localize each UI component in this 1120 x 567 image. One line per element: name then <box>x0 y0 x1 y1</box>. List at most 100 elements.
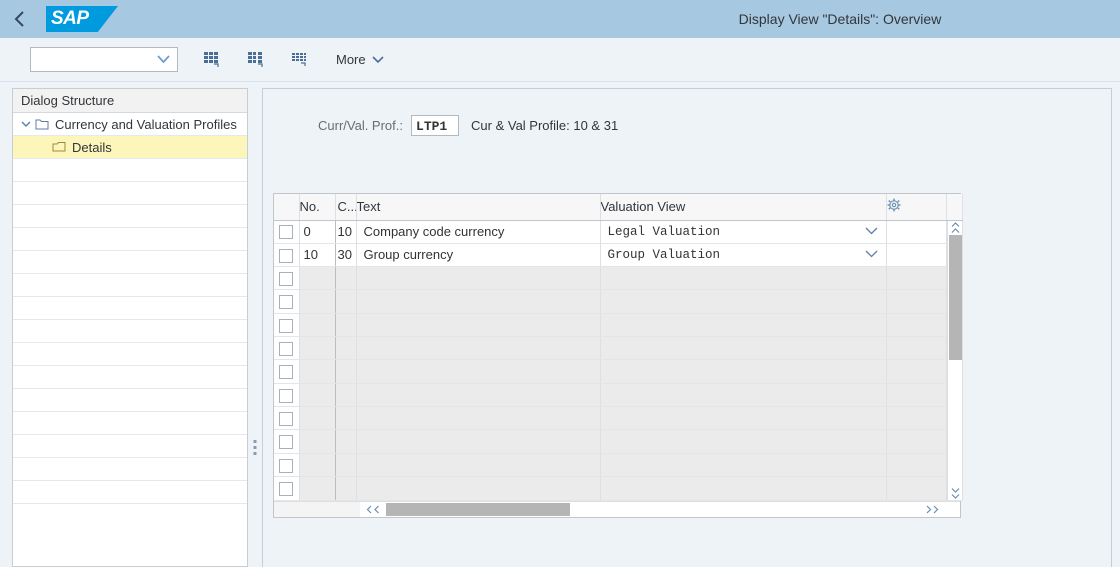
more-menu-button[interactable]: More <box>336 52 384 67</box>
table-row-empty[interactable] <box>274 383 962 406</box>
row-checkbox-cell[interactable] <box>274 453 299 476</box>
row-checkbox-cell[interactable] <box>274 313 299 336</box>
row-checkbox[interactable] <box>279 272 293 286</box>
cell-no[interactable] <box>299 383 335 406</box>
row-checkbox[interactable] <box>279 435 293 449</box>
horizontal-scrollbar[interactable] <box>274 501 960 517</box>
cell-no[interactable] <box>299 337 335 360</box>
cell-text[interactable]: Group currency <box>356 243 600 266</box>
cell-no[interactable] <box>299 477 335 500</box>
cell-text[interactable] <box>356 383 600 406</box>
table-layout-icon[interactable] <box>200 49 222 71</box>
table-row-empty[interactable] <box>274 313 962 336</box>
cell-valuation-view[interactable] <box>600 360 886 383</box>
row-checkbox[interactable] <box>279 482 293 496</box>
table-columns-icon[interactable] <box>244 49 266 71</box>
chevron-down-icon[interactable] <box>865 225 878 239</box>
row-checkbox-cell[interactable] <box>274 337 299 360</box>
row-checkbox[interactable] <box>279 225 293 239</box>
cell-text[interactable] <box>356 313 600 336</box>
select-all-header[interactable] <box>274 194 299 220</box>
cell-code[interactable] <box>335 360 356 383</box>
table-settings-button[interactable] <box>886 194 946 220</box>
row-checkbox[interactable] <box>279 389 293 403</box>
panel-splitter[interactable] <box>248 88 262 567</box>
cell-code[interactable] <box>335 477 356 500</box>
row-checkbox[interactable] <box>279 365 293 379</box>
cell-valuation-view[interactable] <box>600 407 886 430</box>
cell-code[interactable] <box>335 430 356 453</box>
table-row-empty[interactable] <box>274 267 962 290</box>
row-checkbox-cell[interactable] <box>274 220 299 243</box>
cell-code[interactable]: 10 <box>335 220 356 243</box>
row-checkbox-cell[interactable] <box>274 360 299 383</box>
table-row-empty[interactable] <box>274 407 962 430</box>
scroll-right-button[interactable] <box>919 505 945 514</box>
sidebar-item-details[interactable]: Details <box>13 136 247 159</box>
cell-no[interactable] <box>299 313 335 336</box>
cell-text[interactable] <box>356 290 600 313</box>
cell-text[interactable] <box>356 407 600 430</box>
view-select[interactable] <box>30 47 178 72</box>
cell-code[interactable] <box>335 383 356 406</box>
table-row-empty[interactable] <box>274 453 962 476</box>
column-header-no[interactable]: No. <box>299 194 335 220</box>
cell-valuation-view[interactable] <box>600 313 886 336</box>
row-checkbox[interactable] <box>279 412 293 426</box>
cell-text[interactable] <box>356 477 600 500</box>
cell-text[interactable] <box>356 360 600 383</box>
table-row-empty[interactable] <box>274 360 962 383</box>
row-checkbox-cell[interactable] <box>274 290 299 313</box>
table-row[interactable]: 0 10 Company code currency Legal Valuati… <box>274 220 962 243</box>
cell-no[interactable] <box>299 267 335 290</box>
row-checkbox[interactable] <box>279 295 293 309</box>
cell-no[interactable] <box>299 360 335 383</box>
table-row[interactable]: 10 30 Group currency Group Valuation <box>274 243 962 266</box>
row-checkbox-cell[interactable] <box>274 267 299 290</box>
cell-no[interactable] <box>299 430 335 453</box>
cell-valuation-view[interactable]: Group Valuation <box>600 243 886 266</box>
cell-valuation-view[interactable] <box>600 477 886 500</box>
row-checkbox-cell[interactable] <box>274 243 299 266</box>
chevron-down-icon[interactable] <box>865 248 878 262</box>
horizontal-scroll-track[interactable] <box>386 502 919 517</box>
table-row-empty[interactable] <box>274 290 962 313</box>
cell-valuation-view[interactable] <box>600 290 886 313</box>
table-row-empty[interactable] <box>274 337 962 360</box>
sidebar-item-currency-and-valuation-profiles[interactable]: Currency and Valuation Profiles <box>13 113 247 136</box>
cell-no[interactable]: 0 <box>299 220 335 243</box>
vertical-scrollbar[interactable] <box>947 221 963 500</box>
cell-no[interactable] <box>299 290 335 313</box>
row-checkbox-cell[interactable] <box>274 407 299 430</box>
cell-text[interactable]: Company code currency <box>356 220 600 243</box>
row-checkbox-cell[interactable] <box>274 477 299 500</box>
row-checkbox-cell[interactable] <box>274 430 299 453</box>
cell-no[interactable] <box>299 407 335 430</box>
cell-valuation-view[interactable] <box>600 267 886 290</box>
cell-code[interactable] <box>335 407 356 430</box>
cell-code[interactable] <box>335 313 356 336</box>
curr-val-prof-input[interactable]: LTP1 <box>411 115 459 136</box>
row-checkbox[interactable] <box>279 319 293 333</box>
cell-text[interactable] <box>356 267 600 290</box>
scroll-down-button[interactable] <box>948 486 963 500</box>
cell-code[interactable] <box>335 337 356 360</box>
scroll-up-button[interactable] <box>948 221 963 235</box>
cell-valuation-view[interactable] <box>600 337 886 360</box>
table-row-empty[interactable] <box>274 430 962 453</box>
cell-valuation-view[interactable] <box>600 453 886 476</box>
cell-valuation-view[interactable] <box>600 383 886 406</box>
chevron-down-icon[interactable] <box>19 120 32 128</box>
table-row-empty[interactable] <box>274 477 962 500</box>
cell-code[interactable]: 30 <box>335 243 356 266</box>
cell-code[interactable] <box>335 290 356 313</box>
cell-text[interactable] <box>356 337 600 360</box>
cell-code[interactable] <box>335 453 356 476</box>
cell-valuation-view[interactable]: Legal Valuation <box>600 220 886 243</box>
cell-code[interactable] <box>335 267 356 290</box>
cell-text[interactable] <box>356 430 600 453</box>
vertical-scroll-thumb[interactable] <box>949 235 962 360</box>
row-checkbox[interactable] <box>279 342 293 356</box>
row-checkbox[interactable] <box>279 459 293 473</box>
cell-no[interactable]: 10 <box>299 243 335 266</box>
